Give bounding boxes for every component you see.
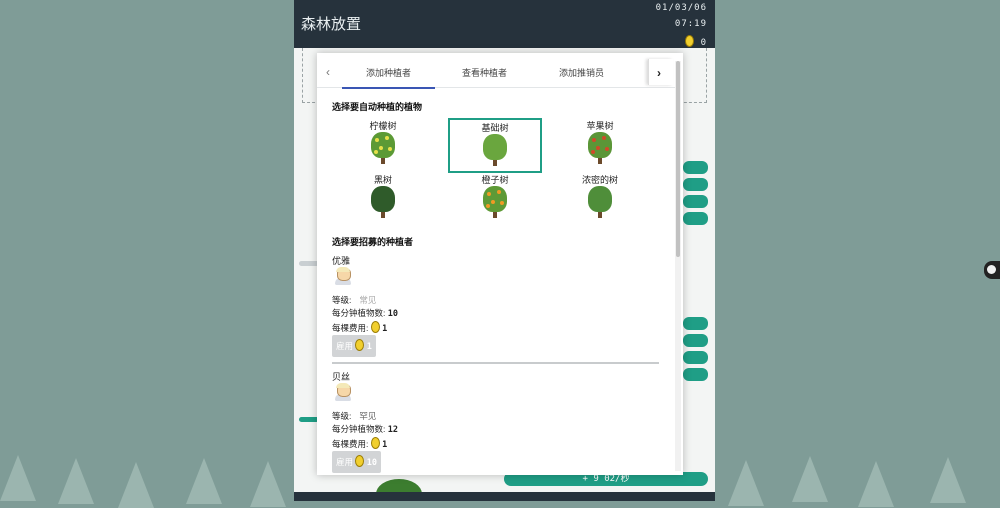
tree-icon bbox=[588, 186, 612, 220]
background-tree bbox=[58, 458, 94, 504]
action-bar[interactable] bbox=[683, 178, 708, 191]
modal-tabs: ‹ 添加种植者 查看种植者 添加推销员 › bbox=[317, 53, 675, 89]
background-tree bbox=[0, 455, 36, 501]
top-bar: 森林放置 01/03/06 07:19 0 bbox=[294, 0, 715, 48]
worker-section-title: 选择要招募的种植者 bbox=[332, 237, 414, 247]
plant-option[interactable]: 基础树 bbox=[448, 118, 542, 173]
rate-label: 每分钟植物数: bbox=[332, 308, 386, 318]
hire-cost: 1 bbox=[366, 342, 372, 352]
plant-name: 橙子树 bbox=[481, 175, 509, 185]
side-help-icon[interactable] bbox=[984, 261, 1000, 279]
plant-name: 黑树 bbox=[373, 175, 392, 185]
worker-rate: 12 bbox=[387, 425, 398, 435]
worker-name: 贝丝 bbox=[332, 372, 351, 382]
coin-count: 0 bbox=[700, 38, 707, 48]
worker-divider bbox=[332, 362, 659, 364]
worker-cost: 1 bbox=[382, 324, 388, 334]
level-label: 等级: bbox=[332, 295, 352, 305]
plant-name: 基础树 bbox=[481, 123, 509, 133]
coin-icon bbox=[685, 35, 695, 47]
game-title: 森林放置 bbox=[301, 15, 362, 33]
background-tree bbox=[250, 461, 286, 507]
tab-add-salesman[interactable]: 添加推销员 bbox=[535, 66, 628, 79]
worker-rarity: 常见 bbox=[359, 295, 377, 305]
worker-rate: 10 bbox=[387, 309, 398, 319]
chevron-right-icon: › bbox=[657, 66, 661, 80]
worker-rate-row: 每分钟植物数: 10 bbox=[332, 307, 398, 319]
tree-icon bbox=[483, 186, 507, 220]
worker-cost-row: 每棵费用: 1 bbox=[332, 437, 387, 450]
progress-track bbox=[299, 261, 319, 266]
plant-option[interactable]: 黑树 bbox=[336, 172, 430, 225]
tab-scroll-left-icon[interactable]: ‹ bbox=[326, 65, 330, 79]
plant-name: 柠檬树 bbox=[369, 121, 397, 131]
worker-cost: 1 bbox=[382, 440, 388, 450]
hire-button[interactable]: 雇用 10 bbox=[332, 451, 382, 473]
tab-add-planter[interactable]: 添加种植者 bbox=[342, 66, 435, 89]
tree-icon bbox=[371, 132, 395, 166]
coin-icon bbox=[355, 455, 365, 467]
tree-icon bbox=[371, 186, 395, 220]
bottom-bar bbox=[294, 492, 715, 501]
cost-label: 每棵费用: bbox=[332, 439, 369, 449]
tab-scroll-right-button[interactable]: › bbox=[648, 59, 673, 85]
background-tree bbox=[186, 458, 222, 504]
plant-option[interactable]: 橙子树 bbox=[448, 172, 542, 225]
worker-cost-row: 每棵费用: 1 bbox=[332, 321, 387, 334]
tree-icon bbox=[483, 134, 507, 168]
action-bar[interactable] bbox=[683, 351, 708, 364]
plant-name: 浓密的树 bbox=[581, 175, 618, 185]
tab-view-planters[interactable]: 查看种植者 bbox=[438, 66, 531, 79]
background-tree bbox=[930, 457, 966, 503]
hire-label: 雇用 bbox=[336, 341, 354, 351]
background-tree bbox=[118, 462, 154, 508]
coin-counter: 0 bbox=[685, 35, 707, 48]
worker-avatar bbox=[334, 267, 352, 285]
worker-name: 优雅 bbox=[332, 256, 351, 266]
worker-level-row: 等级: 常见 bbox=[332, 294, 376, 306]
tree-icon bbox=[588, 132, 612, 166]
date-display: 01/03/06 bbox=[655, 3, 707, 13]
worker-avatar bbox=[334, 383, 352, 401]
action-bar[interactable] bbox=[683, 334, 708, 347]
hire-button[interactable]: 雇用 1 bbox=[332, 335, 376, 357]
coin-icon bbox=[370, 321, 380, 333]
action-bar[interactable] bbox=[683, 368, 708, 381]
add-planter-modal: ‹ 添加种植者 查看种植者 添加推销员 › 选择要自动种植的植物 柠檬树 基础树 苹… bbox=[317, 53, 683, 475]
progress-track bbox=[299, 417, 319, 422]
hire-label: 雇用 bbox=[336, 457, 354, 467]
worker-rarity: 罕见 bbox=[359, 411, 377, 421]
level-label: 等级: bbox=[332, 411, 352, 421]
action-bar[interactable] bbox=[683, 212, 708, 225]
coin-icon bbox=[370, 437, 380, 449]
coin-icon bbox=[355, 339, 365, 351]
background-tree bbox=[728, 460, 764, 506]
worker-rate-row: 每分钟植物数: 12 bbox=[332, 423, 398, 435]
rate-label: 每分钟植物数: bbox=[332, 424, 386, 434]
worker-level-row: 等级: 罕见 bbox=[332, 410, 376, 422]
time-display: 07:19 bbox=[674, 19, 707, 29]
plant-option[interactable]: 柠檬树 bbox=[336, 118, 430, 171]
plant-option[interactable]: 苹果树 bbox=[553, 118, 647, 171]
action-bar[interactable] bbox=[683, 317, 708, 330]
plant-section-title: 选择要自动种植的植物 bbox=[332, 102, 423, 112]
hire-cost: 10 bbox=[366, 458, 378, 468]
scrollbar-thumb[interactable] bbox=[676, 61, 680, 257]
background-tree bbox=[792, 456, 828, 502]
plant-option[interactable]: 浓密的树 bbox=[553, 172, 647, 225]
cost-label: 每棵费用: bbox=[332, 323, 369, 333]
background-tree bbox=[858, 461, 894, 507]
plant-name: 苹果树 bbox=[586, 121, 614, 131]
action-bar[interactable] bbox=[683, 195, 708, 208]
action-bar[interactable] bbox=[683, 161, 708, 174]
modal-scrollbar[interactable] bbox=[675, 61, 681, 471]
